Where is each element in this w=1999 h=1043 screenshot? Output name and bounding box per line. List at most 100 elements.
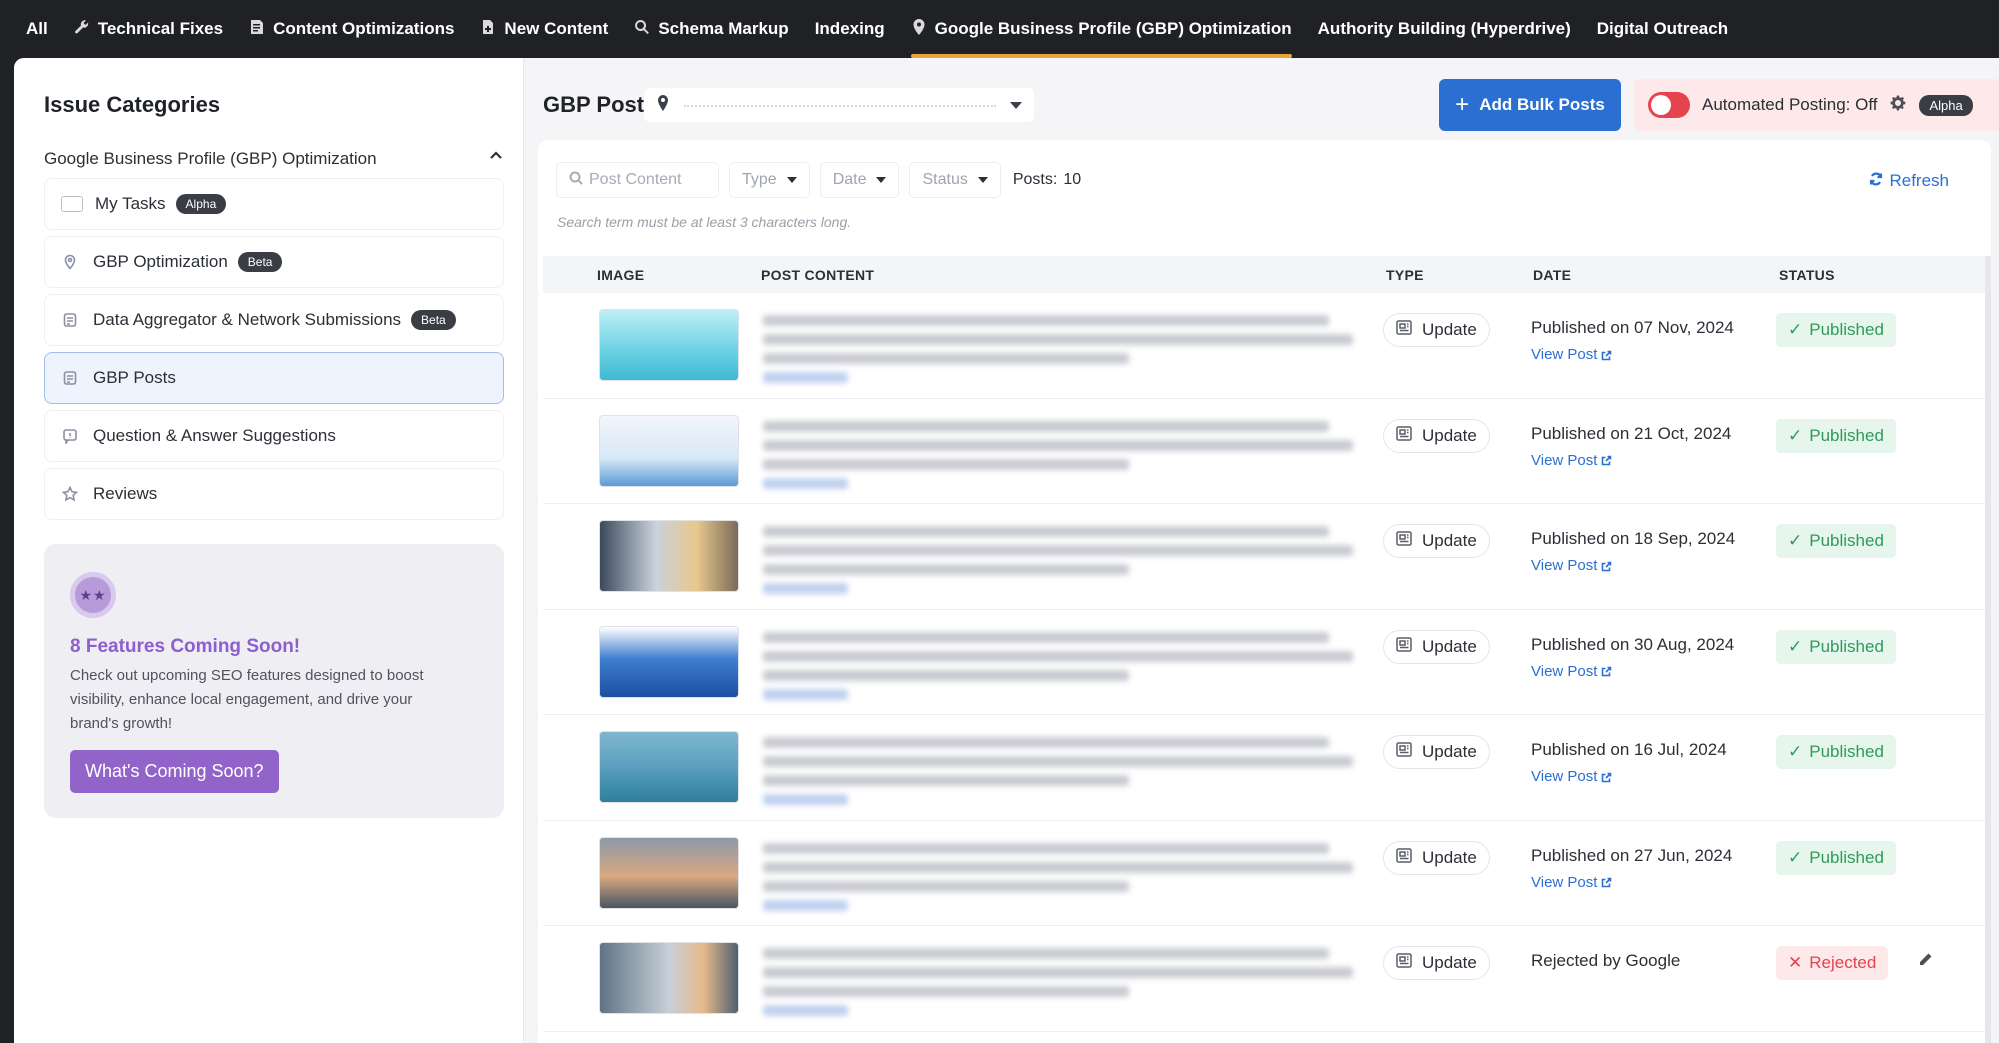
promo-title: 8 Features Coming Soon!: [70, 636, 301, 657]
post-date-text: Published on 30 Aug, 2024: [1531, 634, 1735, 654]
edit-pencil-icon[interactable]: [1918, 952, 1933, 972]
table-row: Update Rejected by Google ✕ Rejected: [543, 926, 1991, 1032]
posts-table-body: Update Published on 07 Nov, 2024 View Po…: [543, 293, 1991, 1032]
sidebar-item-reviews[interactable]: Reviews: [44, 468, 504, 520]
pin-icon: [911, 18, 927, 40]
gbp-posts-panel: GBP Posts + Add Bulk Posts Automated Pos…: [524, 58, 1999, 1043]
post-image[interactable]: [599, 731, 739, 803]
post-type-label: Update: [1422, 742, 1477, 761]
post-type-icon: [1396, 636, 1412, 657]
post-image[interactable]: [599, 942, 739, 1014]
table-scrollbar[interactable]: [1985, 256, 1991, 1043]
search-icon: [634, 19, 650, 40]
nav-technical-fixes[interactable]: Technical Fixes: [74, 0, 223, 58]
status-label: Published: [1809, 425, 1884, 445]
view-post-link[interactable]: View Post: [1531, 346, 1612, 364]
alpha-badge: Alpha: [175, 194, 227, 214]
status-label: Published: [1809, 742, 1884, 761]
post-type-icon: [1396, 953, 1412, 973]
column-header: POST CONTENT: [761, 267, 875, 283]
sidebar-item-label: My Tasks: [95, 194, 166, 213]
check-icon: ✓: [1788, 847, 1803, 867]
nav-label: All: [26, 19, 48, 38]
post-date: Published on 27 Jun, 2024 View Post: [1531, 843, 1741, 895]
view-post-link[interactable]: View Post: [1531, 663, 1612, 681]
external-link-icon: [1602, 877, 1612, 888]
post-type-label: Update: [1422, 953, 1477, 972]
refresh-button[interactable]: Refresh: [1869, 171, 1949, 191]
sidebar-item-gbp-optimization[interactable]: GBP Optimization Beta: [44, 236, 504, 288]
view-post-link[interactable]: View Post: [1531, 768, 1612, 786]
checkbox-icon: [61, 196, 83, 212]
post-image[interactable]: [599, 414, 739, 487]
post-date: Rejected by Google: [1531, 948, 1741, 974]
caret-down-icon: [876, 177, 887, 183]
column-header: DATE: [1533, 267, 1572, 283]
post-type-icon: [1396, 847, 1412, 868]
document-icon: [61, 369, 79, 387]
chevron-up-icon[interactable]: [488, 148, 504, 169]
status-filter-dropdown[interactable]: Status: [909, 162, 1001, 198]
table-row: Update Published on 18 Sep, 2024 View Po…: [543, 504, 1991, 610]
check-icon: ✓: [1788, 425, 1803, 445]
nav-schema-markup[interactable]: Schema Markup: [634, 0, 789, 58]
table-row: Update Published on 16 Jul, 2024 View Po…: [543, 715, 1991, 821]
sidebar-item-qa-suggestions[interactable]: Question & Answer Suggestions: [44, 410, 504, 462]
promo-avatar-icon: ★★: [70, 572, 116, 618]
post-type-label: Update: [1422, 320, 1477, 339]
post-content-blurred: [763, 842, 1353, 919]
post-content-blurred: [763, 948, 1353, 1024]
document-icon: [61, 311, 79, 329]
status-label: Published: [1809, 847, 1884, 867]
caret-down-icon: [977, 177, 988, 183]
sidebar-item-label: Data Aggregator & Network Submissions: [93, 310, 402, 329]
view-post-label: View Post: [1531, 768, 1598, 785]
table-row: Update Published on 21 Oct, 2024 View Po…: [543, 399, 1991, 504]
post-date-text: Published on 07 Nov, 2024: [1531, 318, 1734, 337]
post-image[interactable]: [599, 836, 739, 909]
nav-new-content[interactable]: New Content: [480, 0, 608, 58]
location-select[interactable]: [644, 88, 1034, 122]
nav-gbp-optimization[interactable]: Google Business Profile (GBP) Optimizati…: [910, 0, 1292, 58]
issue-categories-panel: Issue Categories Google Business Profile…: [14, 58, 524, 1043]
status-label: Published: [1809, 531, 1884, 550]
panel-title: Issue Categories: [44, 92, 221, 117]
table-row: Update Published on 07 Nov, 2024 View Po…: [543, 293, 1991, 399]
column-header: IMAGE: [597, 267, 645, 283]
whats-coming-soon-button[interactable]: What's Coming Soon?: [70, 750, 279, 793]
sidebar-item-gbp-posts[interactable]: GBP Posts: [44, 352, 504, 404]
external-link-icon: [1602, 561, 1612, 571]
date-filter-dropdown[interactable]: Date: [819, 162, 900, 198]
post-type-icon: [1396, 425, 1412, 446]
view-post-link[interactable]: View Post: [1531, 452, 1612, 470]
check-icon: ✓: [1788, 742, 1803, 761]
automated-posting-control: Automated Posting: Off Alpha: [1634, 79, 1999, 131]
post-image[interactable]: [599, 520, 739, 592]
category-group-header[interactable]: Google Business Profile (GBP) Optimizati…: [44, 148, 504, 169]
automated-posting-toggle[interactable]: [1648, 92, 1690, 118]
sidebar-item-my-tasks[interactable]: My Tasks Alpha: [44, 178, 504, 230]
nav-indexing[interactable]: Indexing: [815, 0, 885, 58]
search-input[interactable]: Post Content: [556, 162, 719, 198]
post-type-pill: Update: [1383, 418, 1490, 453]
main-canvas: Issue Categories Google Business Profile…: [14, 58, 1999, 1043]
sidebar-item-data-aggregator[interactable]: Data Aggregator & Network Submissions Be…: [44, 294, 504, 346]
post-type-pill: Update: [1383, 524, 1490, 558]
post-image[interactable]: [599, 309, 739, 381]
type-filter-dropdown[interactable]: Type: [729, 162, 810, 198]
caret-down-icon: [786, 177, 797, 183]
nav-all[interactable]: All: [26, 0, 48, 58]
view-post-link[interactable]: View Post: [1531, 557, 1612, 575]
column-header: STATUS: [1779, 267, 1835, 283]
page-title: GBP Posts: [543, 92, 657, 117]
nav-label: Google Business Profile (GBP) Optimizati…: [934, 19, 1292, 38]
post-image[interactable]: [599, 625, 739, 698]
gear-icon[interactable]: [1889, 94, 1907, 117]
view-post-link[interactable]: View Post: [1531, 874, 1612, 892]
nav-content-optimizations[interactable]: Content Optimizations: [249, 0, 454, 58]
status-badge: ✓ Published: [1776, 313, 1896, 347]
sidebar-item-label: GBP Optimization: [93, 252, 228, 271]
nav-digital-outreach[interactable]: Digital Outreach: [1597, 0, 1728, 58]
nav-authority-building[interactable]: Authority Building (Hyperdrive): [1318, 0, 1571, 58]
add-bulk-posts-button[interactable]: + Add Bulk Posts: [1439, 79, 1621, 131]
